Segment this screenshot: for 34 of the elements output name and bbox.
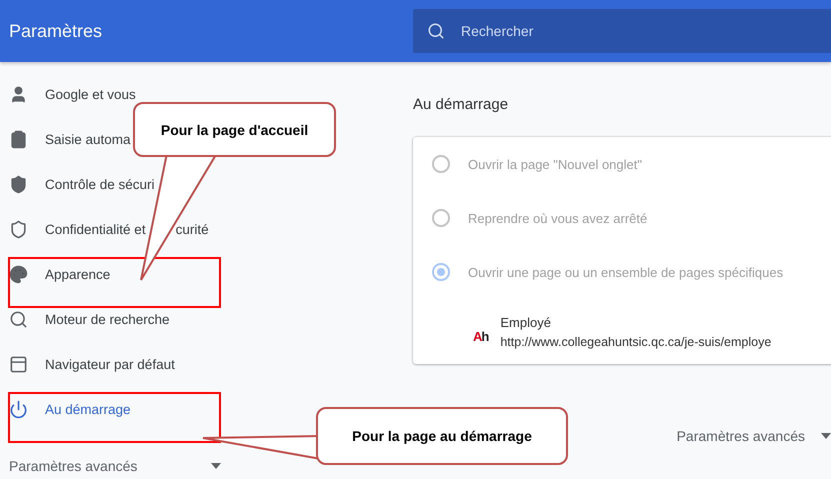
sidebar-icon: [9, 310, 28, 329]
caret-icon: [211, 463, 221, 469]
option-label: Reprendre où vous avez arrêté: [468, 210, 648, 226]
caret-icon: [821, 433, 831, 439]
sidebar-icon: [9, 400, 28, 419]
sidebar-icon: [9, 265, 28, 284]
sidebar-item[interactable]: Confidentialité et: [45, 222, 146, 238]
sidebar-icon: [9, 355, 28, 374]
site-favicon: Ah: [473, 329, 488, 344]
page-url: http://www.collegeahuntsic.qc.ca/je-suis/employe: [500, 334, 772, 348]
sidebar-icon: [9, 130, 28, 149]
callout: Pour la page d'accueil: [133, 102, 336, 157]
sidebar-item[interactable]: Contrôle de sécuri: [45, 176, 155, 192]
window-title: Paramètres: [8, 20, 104, 42]
callout: Pour la page au démarrage: [316, 407, 568, 465]
sidebar-item[interactable]: Au démarrage: [45, 402, 131, 418]
advanced-settings-toggle[interactable]: Paramètres avancés: [0, 454, 221, 478]
page-title: Employé: [500, 314, 552, 330]
sidebar-icon: [9, 85, 28, 104]
sidebar-icon: [9, 220, 28, 239]
sidebar-item[interactable]: Google et vous: [45, 86, 136, 102]
section-heading: Au démarrage: [413, 96, 510, 115]
sidebar-item[interactable]: Saisie automa: [45, 132, 131, 148]
sidebar-item-fragment: curité: [174, 222, 209, 238]
sidebar-item[interactable]: Apparence: [45, 266, 110, 282]
sidebar-item[interactable]: Moteur de recherche: [45, 312, 170, 328]
sidebar-icon: [9, 175, 28, 194]
sidebar-item[interactable]: Navigateur par défaut: [45, 356, 175, 372]
search-field[interactable]: Rechercher: [413, 9, 831, 53]
option-label: Ouvrir une page ou un ensemble de pages spécifiques: [468, 264, 784, 280]
search-icon: [427, 22, 445, 40]
option-label: Ouvrir la page "Nouvel onglet": [468, 156, 642, 172]
advanced-settings-toggle[interactable]: Paramètres avancés: [676, 424, 831, 448]
search-input[interactable]: Rechercher: [459, 22, 831, 40]
